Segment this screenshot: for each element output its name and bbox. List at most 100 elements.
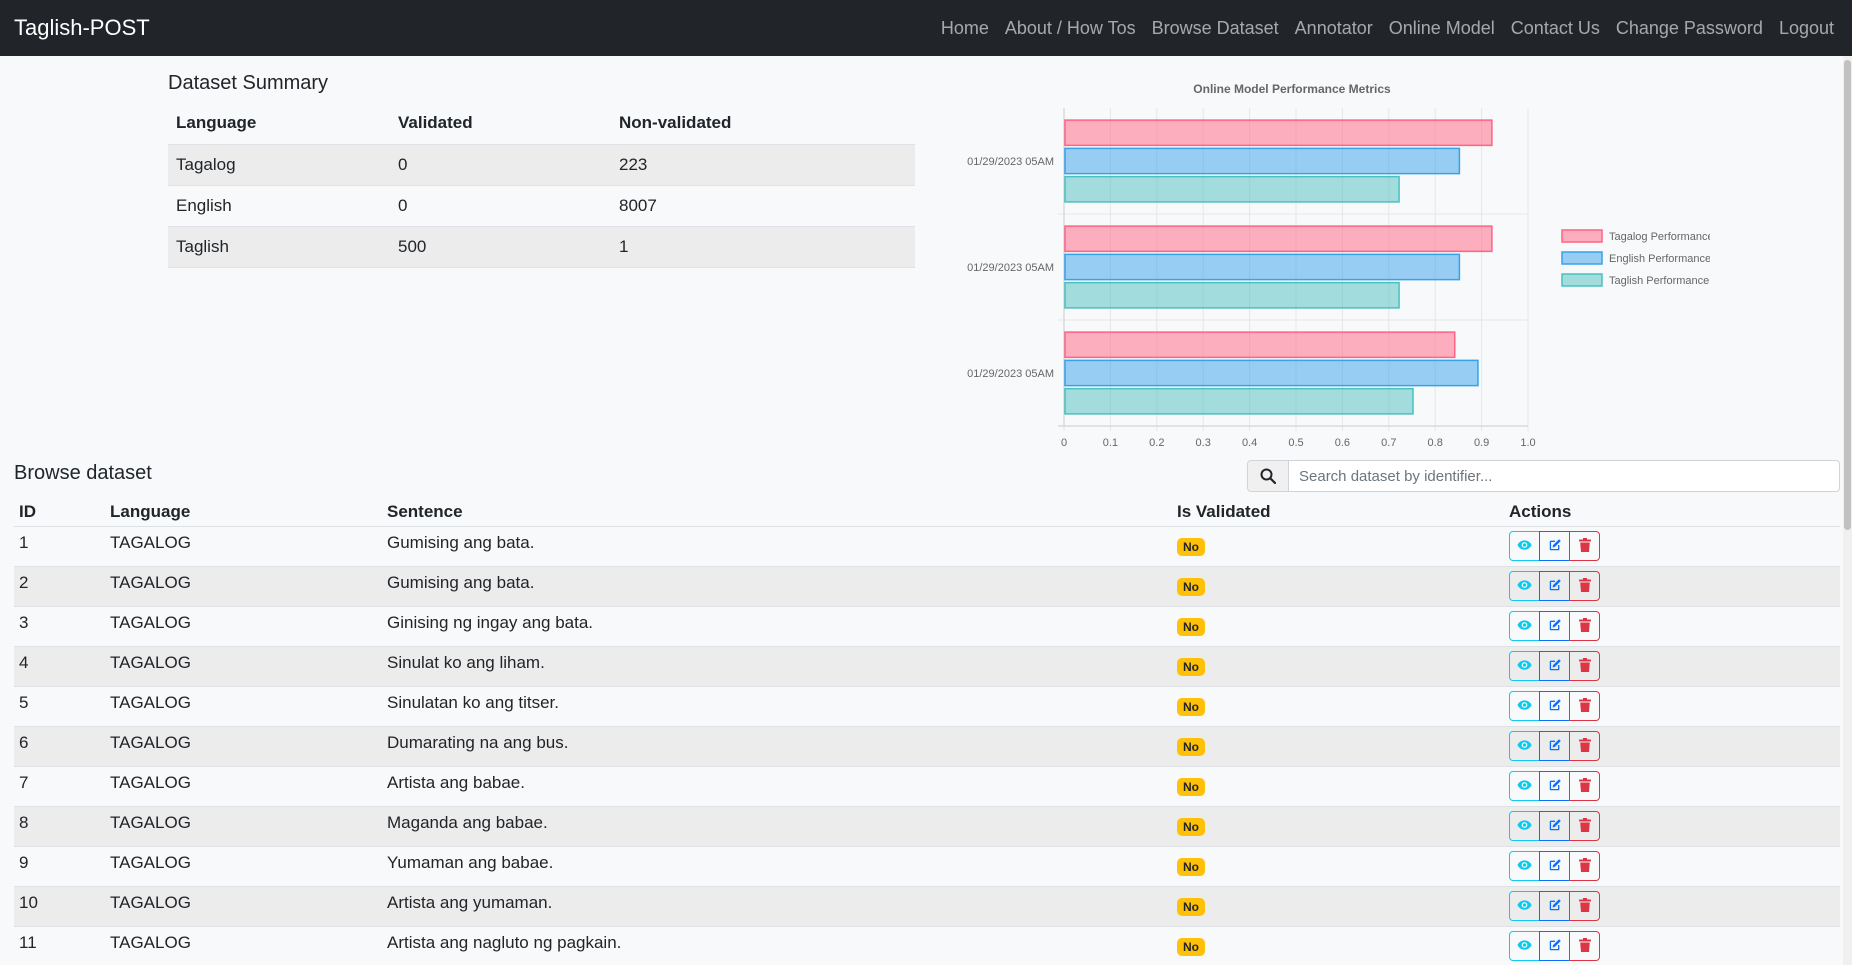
chart-x-tick-label: 0.8 (1428, 437, 1443, 448)
summary-header-language: Language (168, 103, 390, 145)
eye-icon (1517, 739, 1532, 754)
validated-badge: No (1177, 618, 1205, 636)
edit-icon (1548, 618, 1562, 635)
summary-cell-non-validated: 223 (611, 144, 915, 186)
eye-icon (1517, 619, 1532, 634)
row-sentence: Yumaman ang babae. (382, 846, 1172, 887)
nav-link-annotator[interactable]: Annotator (1295, 18, 1373, 39)
nav-link-contact-us[interactable]: Contact Us (1511, 18, 1600, 39)
row-id: 10 (14, 886, 105, 927)
edit-button[interactable] (1539, 691, 1570, 721)
trash-icon (1578, 897, 1591, 915)
row-sentence: Gumising ang bata. (382, 526, 1172, 567)
action-button-group (1509, 811, 1835, 841)
eye-icon (1517, 779, 1532, 794)
chart-x-tick-label: 0.6 (1335, 437, 1350, 448)
dataset-table: ID Language Sentence Is Validated Action… (14, 498, 1840, 965)
eye-icon (1517, 699, 1532, 714)
row-actions (1504, 526, 1840, 567)
edit-button[interactable] (1539, 731, 1570, 761)
row-language: TAGALOG (105, 606, 382, 647)
view-button[interactable] (1509, 811, 1540, 841)
nav-link-home[interactable]: Home (941, 18, 989, 39)
edit-button[interactable] (1539, 931, 1570, 961)
nav-link-online-model[interactable]: Online Model (1389, 18, 1495, 39)
row-validated-cell: No (1172, 766, 1504, 807)
row-sentence: Sinulatan ko ang titser. (382, 686, 1172, 727)
edit-icon (1548, 698, 1562, 715)
view-button[interactable] (1509, 571, 1540, 601)
page-scrollbar[interactable] (1843, 56, 1852, 965)
row-validated-cell: No (1172, 526, 1504, 567)
view-button[interactable] (1509, 771, 1540, 801)
delete-button[interactable] (1569, 571, 1600, 601)
edit-button[interactable] (1539, 771, 1570, 801)
edit-button[interactable] (1539, 811, 1570, 841)
edit-button[interactable] (1539, 611, 1570, 641)
view-button[interactable] (1509, 691, 1540, 721)
delete-button[interactable] (1569, 611, 1600, 641)
trash-icon (1578, 937, 1591, 955)
validated-badge: No (1177, 738, 1205, 756)
validated-badge: No (1177, 658, 1205, 676)
scrollbar-thumb[interactable] (1844, 60, 1851, 530)
view-button[interactable] (1509, 651, 1540, 681)
view-button[interactable] (1509, 891, 1540, 921)
edit-button[interactable] (1539, 651, 1570, 681)
edit-button[interactable] (1539, 891, 1570, 921)
edit-icon (1548, 898, 1562, 915)
row-id: 5 (14, 686, 105, 727)
edit-button[interactable] (1539, 851, 1570, 881)
trash-icon (1578, 617, 1591, 635)
row-id: 9 (14, 846, 105, 887)
chart-y-tick-label: 01/29/2023 05AM (967, 368, 1054, 380)
action-button-group (1509, 891, 1835, 921)
delete-button[interactable] (1569, 531, 1600, 561)
row-id: 3 (14, 606, 105, 647)
delete-button[interactable] (1569, 651, 1600, 681)
view-button[interactable] (1509, 611, 1540, 641)
delete-button[interactable] (1569, 931, 1600, 961)
view-button[interactable] (1509, 931, 1540, 961)
delete-button[interactable] (1569, 811, 1600, 841)
row-sentence: Artista ang nagluto ng pagkain. (382, 926, 1172, 965)
nav-link-browse-dataset[interactable]: Browse Dataset (1152, 18, 1279, 39)
search-icon[interactable] (1247, 460, 1289, 492)
row-validated-cell: No (1172, 926, 1504, 965)
summary-cell-validated: 500 (390, 226, 611, 268)
edit-button[interactable] (1539, 571, 1570, 601)
nav-link-logout[interactable]: Logout (1779, 18, 1834, 39)
table-row: 11 TAGALOG Artista ang nagluto ng pagkai… (14, 926, 1840, 965)
delete-button[interactable] (1569, 891, 1600, 921)
top-navbar: Taglish-POST Home About / How Tos Browse… (0, 0, 1852, 56)
view-button[interactable] (1509, 851, 1540, 881)
search-input[interactable] (1289, 460, 1840, 492)
edit-button[interactable] (1539, 531, 1570, 561)
nav-link-change-password[interactable]: Change Password (1616, 18, 1763, 39)
view-button[interactable] (1509, 531, 1540, 561)
search-group (1247, 460, 1840, 492)
nav-link-about[interactable]: About / How Tos (1005, 18, 1136, 39)
summary-cell-language: Tagalog (168, 144, 390, 186)
summary-cell-validated: 0 (390, 144, 611, 186)
chart-x-tick-label: 0.3 (1196, 437, 1211, 448)
brand-logo-text[interactable]: Taglish-POST (14, 15, 150, 41)
delete-button[interactable] (1569, 771, 1600, 801)
browse-dataset-title: Browse dataset (14, 462, 152, 484)
row-id: 6 (14, 726, 105, 767)
chart-legend-swatch (1561, 251, 1603, 265)
edit-icon (1548, 658, 1562, 675)
validated-badge: No (1177, 858, 1205, 876)
action-button-group (1509, 531, 1835, 561)
row-validated-cell: No (1172, 886, 1504, 927)
delete-button[interactable] (1569, 691, 1600, 721)
table-row: 4 TAGALOG Sinulat ko ang liham. No (14, 646, 1840, 687)
chart-x-tick-label: 0.1 (1103, 437, 1118, 448)
row-sentence: Sinulat ko ang liham. (382, 646, 1172, 687)
summary-cell-non-validated: 1 (611, 226, 915, 268)
chart-x-tick-label: 0.7 (1381, 437, 1396, 448)
delete-button[interactable] (1569, 851, 1600, 881)
view-button[interactable] (1509, 731, 1540, 761)
delete-button[interactable] (1569, 731, 1600, 761)
trash-icon (1578, 577, 1591, 595)
